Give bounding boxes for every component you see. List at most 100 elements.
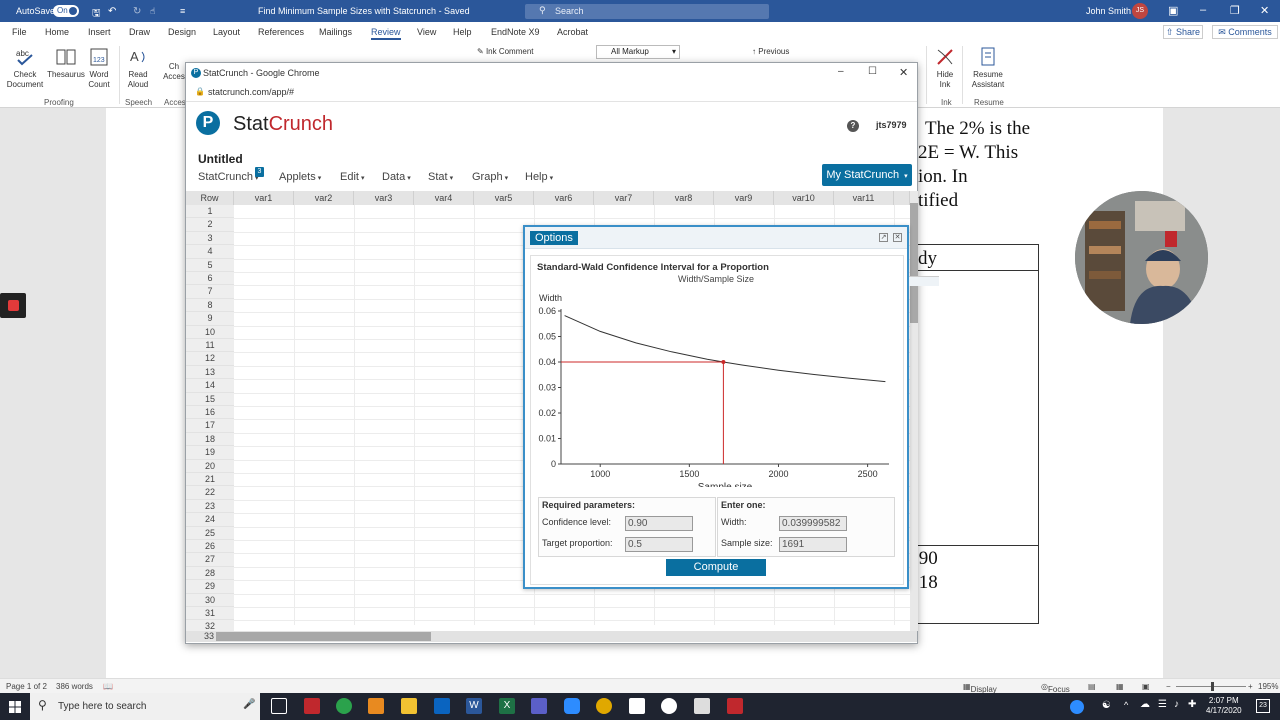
minimize-icon[interactable]: – (1200, 4, 1206, 16)
tab-home[interactable]: Home (45, 27, 69, 37)
tab-review[interactable]: Review (371, 27, 401, 40)
row-number[interactable]: 18 (186, 432, 234, 447)
menu-applets[interactable]: Applets ▾ (279, 171, 321, 183)
people-icon[interactable]: ☯ (1102, 700, 1111, 711)
tab-references[interactable]: References (258, 27, 304, 37)
previous-comment-button[interactable]: ↑ Previous (752, 47, 789, 57)
app-icon-white[interactable] (661, 698, 677, 714)
row-number[interactable]: 3 (186, 231, 234, 246)
outlook-icon[interactable] (434, 698, 450, 714)
menu-graph[interactable]: Graph ▾ (472, 171, 508, 183)
app-icon-red[interactable] (304, 698, 320, 714)
row-number[interactable]: 19 (186, 446, 234, 460)
scroll-thumb[interactable] (216, 632, 431, 641)
user-avatar[interactable]: JS (1132, 3, 1148, 19)
teams-icon[interactable] (531, 698, 547, 714)
proofing-status-icon[interactable]: 📖 (103, 682, 113, 691)
display-settings[interactable]: ▦ Display Settings (963, 682, 999, 703)
undo-icon[interactable]: ↶ (108, 6, 116, 17)
confidence-level-input[interactable]: 0.90 (625, 516, 693, 531)
touch-mode-icon[interactable]: ☝ (150, 6, 155, 17)
column-header[interactable]: var5 (474, 191, 534, 205)
tab-draw[interactable]: Draw (129, 27, 150, 37)
thesaurus-button[interactable]: Thesaurus (46, 46, 86, 80)
app-icon-grey[interactable] (694, 698, 710, 714)
check-document-button[interactable]: abc Check Document (5, 46, 45, 90)
windows-start-icon[interactable] (9, 701, 21, 713)
scroll-thumb[interactable] (910, 203, 918, 323)
print-layout-icon[interactable]: ▦ (1116, 682, 1124, 691)
file-explorer-icon[interactable] (401, 698, 417, 714)
tab-design[interactable]: Design (168, 27, 196, 37)
row-number[interactable]: 26 (186, 540, 234, 554)
menu-stat[interactable]: Stat ▾ (428, 171, 453, 183)
row-number[interactable]: 12 (186, 352, 234, 366)
taskbar-search[interactable]: ⚲ Type here to search 🎤 (30, 693, 260, 720)
row-number[interactable]: 17 (186, 419, 234, 433)
row-number[interactable]: 23 (186, 499, 234, 514)
row-number[interactable]: 27 (186, 553, 234, 567)
page-count[interactable]: Page 1 of 2 (6, 682, 47, 691)
minimize-icon[interactable]: – (838, 66, 844, 77)
width-input[interactable]: 0.039999582 (779, 516, 847, 531)
column-header[interactable]: var9 (714, 191, 774, 205)
app-icon-orange[interactable] (368, 698, 384, 714)
chevron-up-icon[interactable]: ^ (1124, 700, 1128, 710)
dataset-name[interactable]: Untitled (198, 152, 243, 166)
row-number[interactable]: 25 (186, 526, 234, 540)
target-proportion-input[interactable]: 0.5 (625, 537, 693, 552)
my-statcrunch-button[interactable]: My StatCrunch ▾ (822, 164, 912, 186)
record-button[interactable] (0, 293, 26, 318)
menu-edit[interactable]: Edit ▾ (340, 171, 364, 183)
autosave-toggle[interactable]: On (53, 5, 79, 17)
sample-size-input[interactable]: 1691 (779, 537, 847, 552)
zoom-icon[interactable] (564, 698, 580, 714)
task-view-icon[interactable] (271, 698, 287, 714)
row-number[interactable]: 30 (186, 593, 234, 607)
read-aloud-button[interactable]: A Read Aloud (124, 46, 152, 90)
onedrive-icon[interactable]: ☁ (1140, 699, 1150, 710)
tab-endnote[interactable]: EndNote X9 (491, 27, 540, 37)
column-header[interactable]: var4 (414, 191, 474, 205)
row-number[interactable]: 8 (186, 298, 234, 313)
system-clock[interactable]: 2:07 PM 4/17/2020 (1206, 696, 1242, 716)
notification-center[interactable]: 23 (1256, 699, 1270, 713)
address-bar[interactable]: 🔒 statcrunch.com/app/# (186, 83, 917, 102)
row-number[interactable]: 29 (186, 580, 234, 594)
customize-toolbar-icon[interactable]: ≡ (180, 6, 185, 16)
comments-button[interactable]: ✉ Comments (1212, 25, 1278, 39)
row-number[interactable]: 4 (186, 245, 234, 259)
redo-icon[interactable]: ↻ (133, 6, 141, 17)
tab-insert[interactable]: Insert (88, 27, 111, 37)
menu-statcrunch[interactable]: StatCrunch ▾ (198, 171, 259, 183)
focus-mode[interactable]: ◎ Focus (1041, 682, 1070, 694)
row-number[interactable]: 5 (186, 258, 234, 272)
tab-acrobat[interactable]: Acrobat (557, 27, 588, 37)
column-header[interactable]: var6 (534, 191, 594, 205)
check-accessibility-partial[interactable]: Ch Acces (162, 62, 186, 82)
row-number[interactable]: 6 (186, 272, 234, 286)
row-number[interactable]: 9 (186, 312, 234, 326)
zoom-out-icon[interactable]: − (1166, 682, 1171, 691)
options-header[interactable]: Options ↗ ✕ (525, 227, 907, 249)
zoom-level[interactable]: 195% (1258, 682, 1278, 691)
row-number[interactable]: 24 (186, 513, 234, 527)
restore-icon[interactable]: ❐ (1230, 4, 1240, 17)
ribbon-display-icon[interactable]: ▣ (1168, 4, 1178, 17)
help-icon[interactable]: ? (847, 120, 859, 132)
word-search-box[interactable]: ⚲ Search (525, 4, 769, 19)
menu-help[interactable]: Help ▾ (525, 171, 553, 183)
notification-badge[interactable]: 3 (255, 167, 264, 177)
row-number[interactable]: 14 (186, 379, 234, 393)
save-icon[interactable]: 🖫 (92, 6, 101, 23)
row-number[interactable]: 10 (186, 325, 234, 339)
user-name[interactable]: John Smith (1086, 6, 1131, 16)
resume-assistant-button[interactable]: Resume Assistant (968, 46, 1008, 90)
menu-data[interactable]: Data ▾ (382, 171, 411, 183)
zoom-in-icon[interactable]: + (1248, 682, 1253, 691)
column-header[interactable]: var3 (354, 191, 414, 205)
word-count-button[interactable]: 123 Word Count (86, 46, 112, 90)
vertical-scrollbar[interactable] (910, 191, 918, 631)
url-text[interactable]: statcrunch.com/app/# (208, 87, 294, 97)
chrome-icon[interactable] (596, 698, 612, 714)
